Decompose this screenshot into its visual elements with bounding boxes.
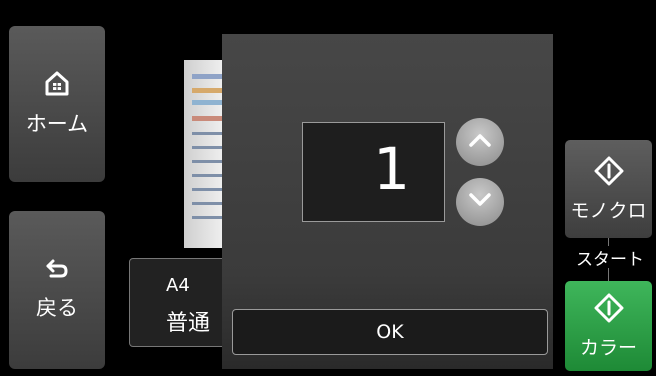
copies-dialog: 1 OK — [222, 34, 553, 369]
mono-start-button[interactable]: モノクロ — [565, 140, 652, 238]
ok-button[interactable]: OK — [232, 309, 548, 355]
copies-value-display: 1 — [302, 122, 445, 222]
color-start-button[interactable]: カラー — [565, 281, 652, 371]
color-label: カラー — [579, 336, 637, 359]
increase-button[interactable] — [456, 118, 504, 166]
home-icon — [44, 70, 70, 100]
start-section-label: スタート — [576, 250, 644, 270]
back-arrow-icon — [45, 258, 69, 284]
back-label: 戻る — [36, 296, 78, 320]
start-diamond-icon — [594, 293, 624, 327]
mono-label: モノクロ — [570, 199, 647, 222]
start-diamond-icon — [594, 156, 624, 190]
copies-value: 1 — [373, 135, 410, 203]
home-label: ホーム — [25, 112, 89, 136]
start-connector-line — [608, 268, 609, 281]
paper-type: 普通 — [166, 311, 211, 336]
back-button[interactable]: 戻る — [9, 211, 105, 369]
decrease-button[interactable] — [456, 178, 504, 226]
paper-size: A4 — [166, 275, 190, 296]
chevron-down-icon — [468, 192, 492, 212]
chevron-up-icon — [468, 132, 492, 152]
home-button[interactable]: ホーム — [9, 26, 105, 182]
